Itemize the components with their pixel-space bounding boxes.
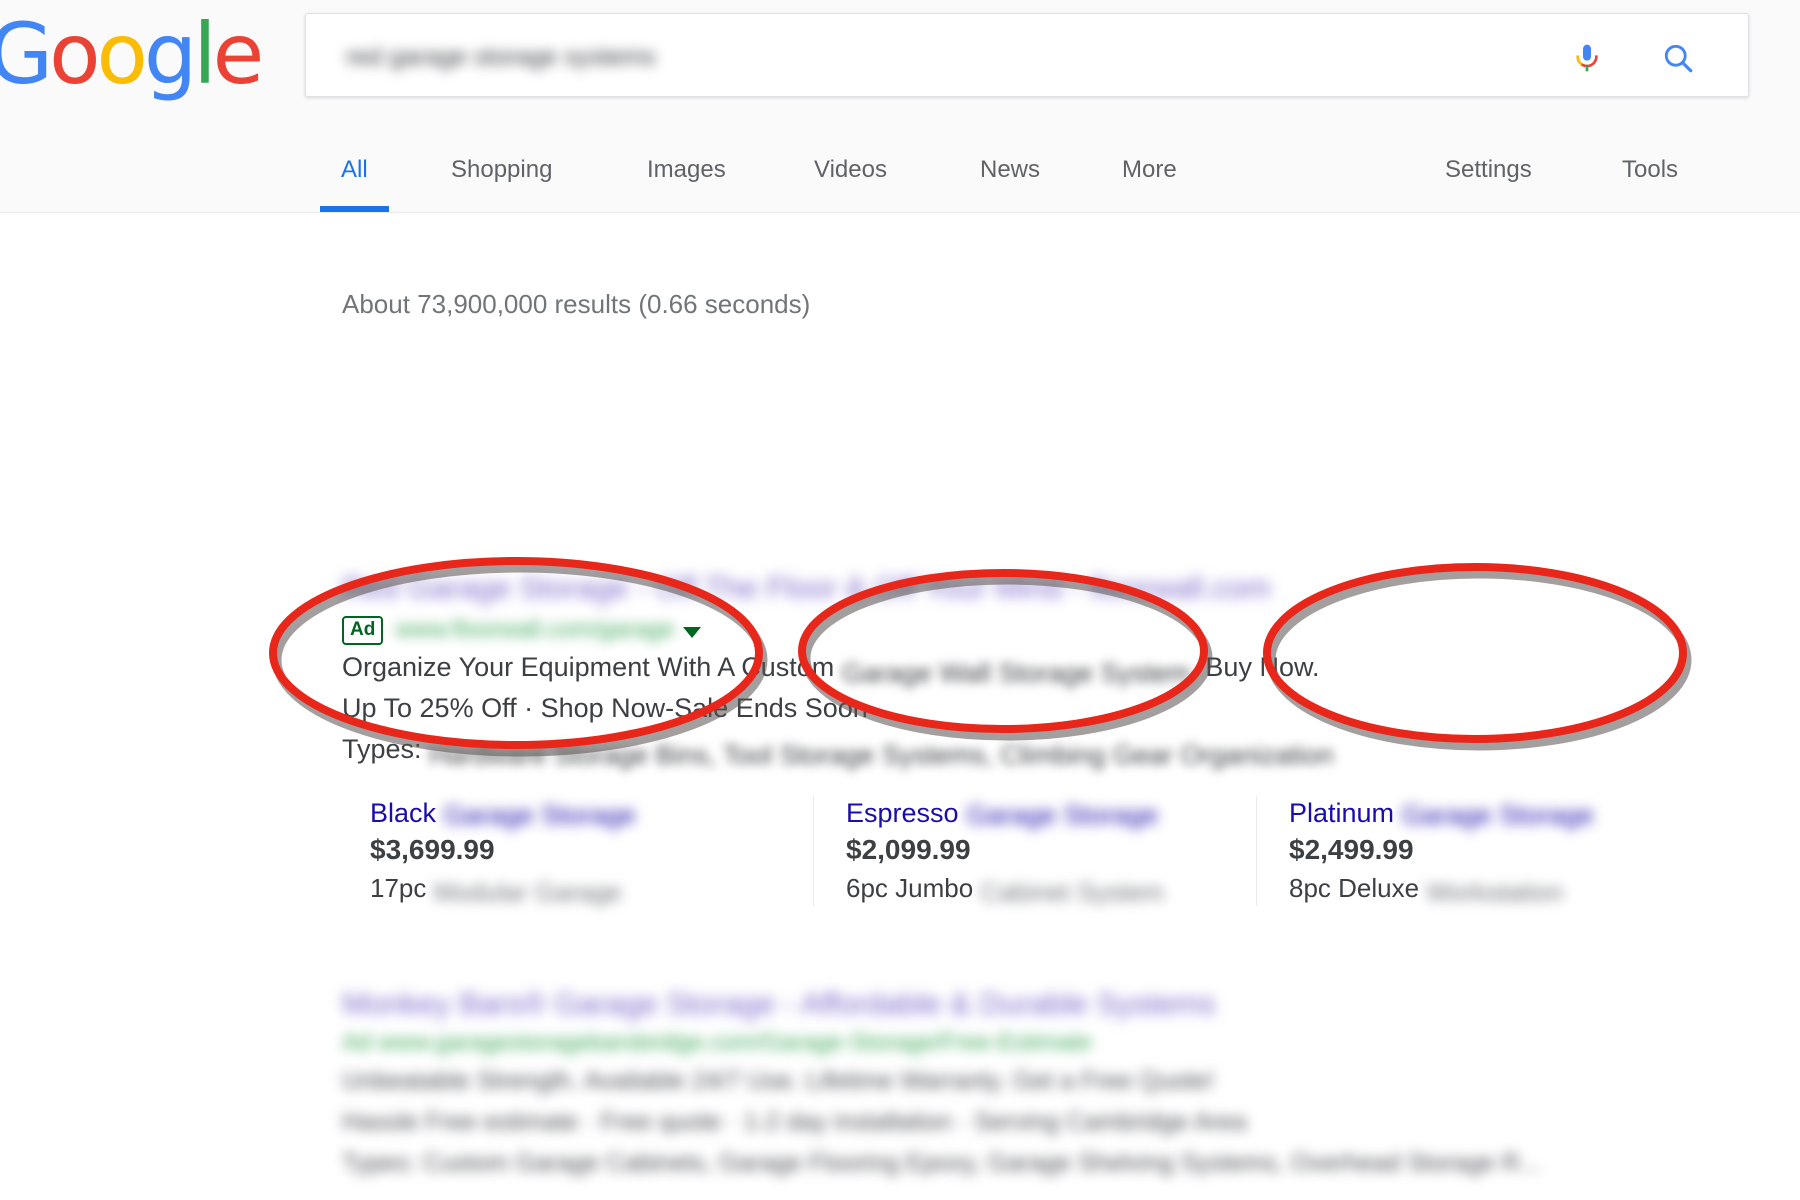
ad-title-link[interactable]: Red Garage Storage - Off The Floor & Off… (342, 568, 1762, 608)
product-name-redacted: Garage Storage (443, 800, 636, 830)
product-desc-redacted: Cabinet System (980, 878, 1164, 906)
tab-videos[interactable]: Videos (812, 140, 889, 212)
logo-letter-3: g (143, 5, 197, 103)
microphone-icon[interactable] (1571, 40, 1603, 76)
search-icon[interactable] (1660, 40, 1696, 76)
result-url[interactable]: Ad www.garagestoragebarsbridge.com/Garag… (342, 1025, 1762, 1061)
result-stats: About 73,900,000 results (0.66 seconds) (342, 289, 811, 319)
ad-types-label: Types: (342, 734, 422, 764)
logo-letter-1: o (49, 5, 100, 103)
product-desc-redacted: Workstation (1426, 878, 1564, 906)
result-snippet: Types: Custom Garage Cabinets, Garage Fl… (342, 1149, 1541, 1177)
ad-description-line-2: Up To 25% Off · Shop Now-Sale Ends Soon (342, 693, 868, 723)
result-snippet: Unbeatable Strength. Available 24/7 Use.… (342, 1067, 1215, 1095)
logo-letter-4: l (193, 5, 216, 103)
settings-button[interactable]: Settings (1443, 140, 1534, 212)
product-name-label: Espresso (846, 798, 959, 828)
tab-all[interactable]: All (320, 140, 389, 212)
product-desc-label: 17pc (370, 873, 427, 903)
ad-desc-redacted: Garage Wall Storage System (841, 658, 1191, 688)
product-desc-redacted: Modular Garage (433, 878, 622, 906)
product-name[interactable]: Espresso Garage Storage (846, 796, 1232, 830)
product-name-label: Platinum (1289, 798, 1395, 828)
logo-letter-0: G (0, 5, 53, 103)
ad-result: Red Garage Storage - Off The Floor & Off… (342, 568, 1762, 770)
logo-letter-2: o (96, 5, 148, 103)
result-title-link[interactable]: Monkey Bars® Garage Storage - Affordable… (342, 983, 1762, 1025)
tools-button[interactable]: Tools (1620, 140, 1680, 212)
google-logo[interactable]: Google (0, 5, 265, 103)
product-description: 6pc Jumbo Cabinet System (846, 870, 1232, 906)
ad-types-line: Types: Hardware Storage Bins, Tool Stora… (342, 729, 1762, 770)
chevron-down-icon[interactable] (683, 626, 702, 638)
product-desc-label: 6pc Jumbo (846, 873, 974, 903)
product-price: $3,699.99 (370, 834, 495, 865)
ad-desc-suffix: . Buy Now. (1190, 652, 1320, 682)
product-description: 8pc Deluxe Workstation (1289, 870, 1675, 906)
ad-product-cards: Black Garage Storage $3,699.99 17pc Modu… (370, 796, 1700, 906)
product-name-redacted: Garage Storage (1401, 800, 1594, 830)
platinum-product-card[interactable]: Platinum Garage Storage $2,499.99 8pc De… (1256, 796, 1699, 906)
ad-url-row: Ad www.floorwall.com/garage (342, 613, 1762, 647)
tab-images[interactable]: Images (645, 140, 728, 212)
ad-url[interactable]: www.floorwall.com/garage (395, 616, 674, 644)
search-input[interactable]: red garage storage systems (346, 42, 804, 72)
ad-desc-prefix: Organize Your Equipment With A Custom (342, 652, 835, 682)
search-results-area: About 73,900,000 results (0.66 seconds) … (0, 213, 1800, 1200)
result-snippet: Hassle Free estimate · Free quote · 1-2 … (342, 1108, 1247, 1136)
search-header: Google red garage storage systems All Sh… (0, 0, 1800, 213)
product-name[interactable]: Black Garage Storage (370, 796, 789, 830)
product-name-label: Black (370, 798, 437, 828)
ad-badge: Ad (342, 615, 384, 645)
ad-description-line-1: Organize Your Equipment With A Custom Ga… (342, 647, 1762, 688)
product-price: $2,099.99 (846, 834, 971, 865)
product-name-redacted: Garage Storage (966, 800, 1159, 830)
espresso-product-card[interactable]: Espresso Garage Storage $2,099.99 6pc Ju… (813, 796, 1256, 906)
search-tabs: All Shopping Images Videos News More Set… (0, 140, 1800, 212)
logo-letter-5: e (212, 5, 265, 103)
organic-result-1: Monkey Bars® Garage Storage - Affordable… (342, 983, 1762, 1184)
product-name[interactable]: Platinum Garage Storage (1289, 796, 1675, 830)
tab-shopping[interactable]: Shopping (449, 140, 554, 212)
product-desc-label: 8pc Deluxe (1289, 873, 1420, 903)
product-price: $2,499.99 (1289, 834, 1414, 865)
tab-news[interactable]: News (978, 140, 1042, 212)
search-box[interactable]: red garage storage systems (305, 13, 1749, 97)
product-description: 17pc Modular Garage (370, 870, 789, 906)
black-product-card[interactable]: Black Garage Storage $3,699.99 17pc Modu… (370, 796, 813, 906)
ad-types-redacted: Hardware Storage Bins, Tool Storage Syst… (429, 740, 1334, 770)
tab-more[interactable]: More (1120, 140, 1179, 212)
